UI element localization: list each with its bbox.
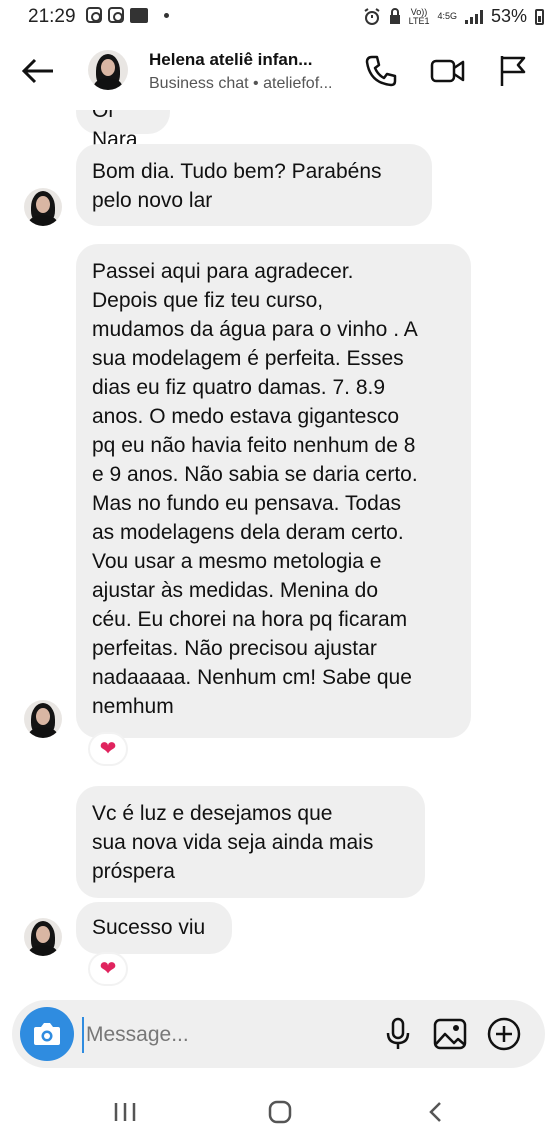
camera-icon [34, 1023, 60, 1045]
instagram-notification-icon [86, 7, 102, 23]
video-call-button[interactable] [430, 54, 465, 88]
network-volte: Vo)) LTE1 [408, 7, 430, 26]
message-bubble[interactable]: Bom dia. Tudo bem? Parabéns pelo novo la… [76, 144, 432, 226]
network-bottom-label: LTE1 [408, 15, 430, 26]
contact-subtitle: Business chat • ateliefof... [149, 75, 333, 92]
phone-icon [365, 55, 397, 87]
lock-icon [389, 7, 400, 24]
status-time: 21:29 [28, 6, 76, 27]
sender-avatar[interactable] [24, 918, 62, 956]
message-bubble[interactable]: Vc é luz e desejamos que sua nova vida s… [76, 786, 425, 898]
heart-icon: ❤ [99, 958, 117, 980]
recents-icon [114, 1103, 136, 1121]
plus-circle-icon [487, 1017, 521, 1051]
system-back-button[interactable] [416, 1098, 456, 1126]
message-composer [12, 1000, 545, 1068]
home-button[interactable] [260, 1098, 300, 1126]
image-icon [433, 1018, 467, 1050]
voice-call-button[interactable] [364, 54, 398, 88]
chat-header: Helena ateliê infan... Business chat • a… [0, 34, 556, 110]
message-input[interactable] [82, 1017, 378, 1053]
camera-button[interactable] [20, 1007, 74, 1061]
heart-reaction[interactable]: ❤ [88, 952, 128, 986]
sender-avatar[interactable] [24, 700, 62, 738]
recent-apps-button[interactable] [105, 1098, 145, 1126]
arrow-left-icon [21, 58, 53, 84]
video-camera-icon [430, 59, 465, 83]
sender-avatar[interactable] [24, 188, 62, 226]
message-bubble[interactable]: Passei aqui para agradecer. Depois que f… [76, 244, 471, 738]
more-notifications-dot-icon [164, 12, 169, 18]
gallery-button[interactable] [432, 1016, 468, 1052]
battery-icon [535, 8, 544, 25]
chevron-left-icon [429, 1102, 441, 1122]
battery-percentage: 53% [490, 6, 527, 26]
message-bubble[interactable]: Sucesso viu [76, 902, 232, 954]
signal-icon [464, 9, 483, 24]
network-type: 4:5G [437, 11, 457, 21]
more-options-button[interactable] [486, 1016, 522, 1052]
message-thread[interactable]: Oi Nara Bom dia. Tudo bem? Parabéns pelo… [0, 80, 556, 995]
microphone-icon [386, 1017, 410, 1049]
system-status: Vo)) LTE1 4:5G 53% [363, 6, 544, 27]
home-icon [268, 1100, 292, 1124]
instagram-notification-icon-2 [108, 7, 124, 23]
flag-icon [500, 56, 526, 86]
contact-avatar[interactable] [88, 50, 128, 90]
mail-icon [130, 7, 148, 23]
flag-button[interactable] [498, 54, 532, 88]
back-button[interactable] [20, 56, 56, 86]
heart-reaction[interactable]: ❤ [88, 732, 128, 766]
system-navigation-bar [0, 1080, 556, 1143]
alarm-icon [364, 7, 380, 25]
heart-icon: ❤ [99, 738, 117, 760]
voice-message-button[interactable] [380, 1016, 416, 1052]
notification-icons [86, 7, 169, 23]
status-bar: 21:29 Vo)) LTE1 4:5G 53% [0, 0, 556, 34]
contact-name[interactable]: Helena ateliê infan... [149, 50, 312, 70]
